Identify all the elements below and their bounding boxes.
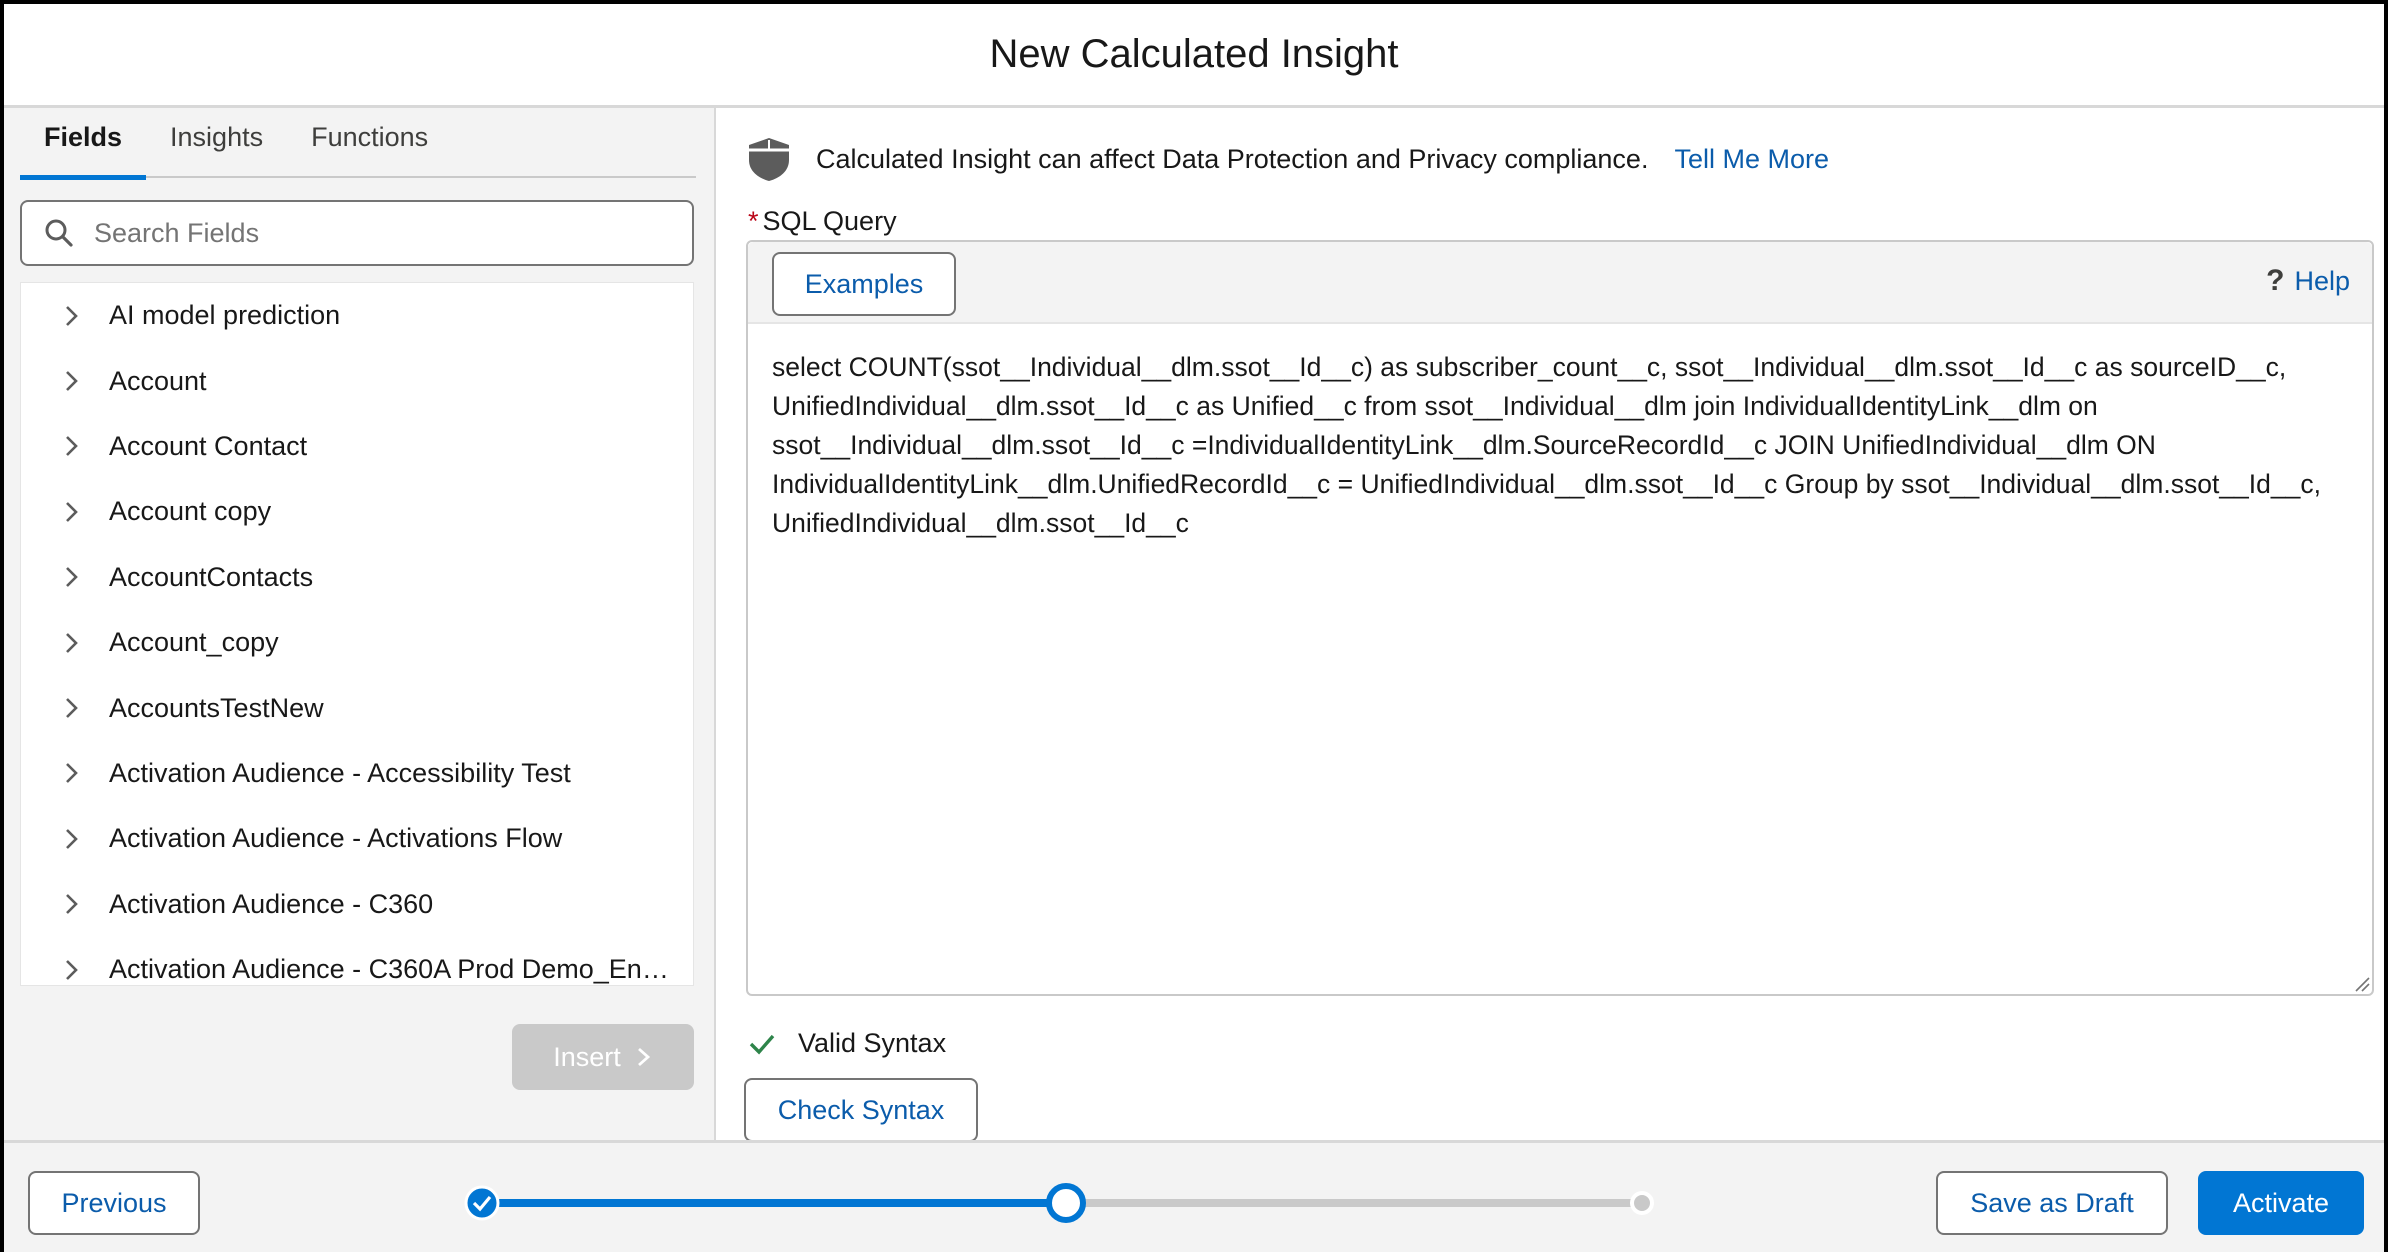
tell-me-more-link[interactable]: Tell Me More <box>1674 144 1829 175</box>
list-item-label: AccountContacts <box>109 561 314 592</box>
help-label: Help <box>2294 265 2350 296</box>
list-item-label: Account copy <box>109 496 272 527</box>
list-item[interactable]: Activation Audience - C360 <box>21 872 693 937</box>
chevron-right-icon <box>66 894 78 915</box>
modal-footer: Previous Save as Draft Activate <box>4 1140 2384 1252</box>
list-item[interactable]: AccountContacts <box>21 545 693 610</box>
query-panel: Calculated Insight can affect Data Prote… <box>718 108 2384 1142</box>
modal-title: New Calculated Insight <box>989 32 1399 76</box>
list-item-label: Account_copy <box>109 627 279 658</box>
check-syntax-button[interactable]: Check Syntax <box>744 1078 978 1142</box>
tab-functions[interactable]: Functions <box>287 108 452 178</box>
list-item[interactable]: Activation Audience - Activations Flow <box>21 806 693 871</box>
search-icon <box>45 219 73 247</box>
modal-header: New Calculated Insight <box>4 4 2384 108</box>
help-link[interactable]: ? Help <box>2266 264 2350 298</box>
chevron-right-icon <box>66 763 78 784</box>
list-item-label: AccountsTestNew <box>109 692 324 723</box>
sql-query-label: * SQL Query <box>748 206 897 237</box>
chevron-right-icon <box>66 959 78 980</box>
chevron-right-icon <box>66 632 78 653</box>
panel-tabs: Fields Insights Functions <box>20 108 696 180</box>
chevron-right-icon <box>66 501 78 522</box>
chevron-right-icon <box>66 828 78 849</box>
list-item[interactable]: Account Contact <box>21 414 693 479</box>
list-item[interactable]: Activation Audience - Accessibility Test <box>21 741 693 806</box>
resize-handle-icon[interactable] <box>2352 974 2370 992</box>
editor-toolbar: Examples ? Help <box>748 242 2372 324</box>
fields-list: AI model prediction Account Account Cont… <box>20 282 694 986</box>
search-box[interactable] <box>20 200 694 266</box>
search-input[interactable] <box>94 217 654 249</box>
list-item[interactable]: Account <box>21 348 693 413</box>
list-item-label: Activation Audience - Activations Flow <box>109 823 563 854</box>
list-item-label: Activation Audience - Accessibility Test <box>109 757 571 788</box>
insert-button[interactable]: Insert <box>512 1024 694 1090</box>
sql-query-text[interactable]: select COUNT(ssot__Individual__dlm.ssot_… <box>772 348 2352 543</box>
chevron-right-icon <box>66 698 78 718</box>
chevron-right-icon <box>66 305 78 326</box>
list-item-label: AI model prediction <box>109 300 341 331</box>
check-icon <box>749 1034 775 1054</box>
previous-button[interactable]: Previous <box>28 1171 200 1235</box>
list-item-label: Account <box>109 365 207 396</box>
chevron-right-icon <box>66 567 78 588</box>
chevron-right-icon <box>637 1047 650 1067</box>
fields-panel: Fields Insights Functions AI model predi… <box>4 108 716 1140</box>
list-item-label: Activation Audience - C360 <box>109 888 434 919</box>
list-item[interactable]: Account copy <box>21 479 693 544</box>
chevron-right-icon <box>66 371 78 391</box>
list-item[interactable]: AI model prediction <box>21 283 693 348</box>
examples-button[interactable]: Examples <box>772 252 956 316</box>
progress-indicator <box>464 1183 1654 1223</box>
compliance-notice: Calculated Insight can affect Data Prote… <box>746 136 1829 182</box>
syntax-status-text: Valid Syntax <box>798 1028 947 1058</box>
sql-query-label-text: SQL Query <box>762 206 897 236</box>
progress-step-3[interactable] <box>1630 1191 1654 1215</box>
shield-icon <box>749 138 789 181</box>
help-icon: ? <box>2266 264 2285 297</box>
list-item[interactable]: Activation Audience - C360A Prod Demo_En… <box>21 937 693 985</box>
activate-button[interactable]: Activate <box>2198 1171 2364 1235</box>
modal-window: New Calculated Insight Fields Insights F… <box>0 0 2388 1252</box>
sql-editor: Examples ? Help select COUNT(ssot__Indiv… <box>746 240 2374 996</box>
list-item-label: Activation Audience - C360A Prod Demo_En… <box>109 954 669 985</box>
tab-fields[interactable]: Fields <box>20 108 147 180</box>
notice-text: Calculated Insight can affect Data Prote… <box>816 143 1649 174</box>
progress-step-1[interactable] <box>464 1185 500 1221</box>
list-item-label: Account Contact <box>109 430 308 461</box>
syntax-status: Valid Syntax <box>748 1028 946 1059</box>
save-as-draft-button[interactable]: Save as Draft <box>1936 1171 2168 1235</box>
required-marker: * <box>748 206 759 236</box>
tab-insights[interactable]: Insights <box>146 108 287 178</box>
insert-button-label: Insert <box>553 1041 621 1072</box>
chevron-right-icon <box>66 436 78 457</box>
list-item[interactable]: Account_copy <box>21 610 693 675</box>
progress-step-2[interactable] <box>1046 1183 1086 1223</box>
list-item[interactable]: AccountsTestNew <box>21 675 693 740</box>
